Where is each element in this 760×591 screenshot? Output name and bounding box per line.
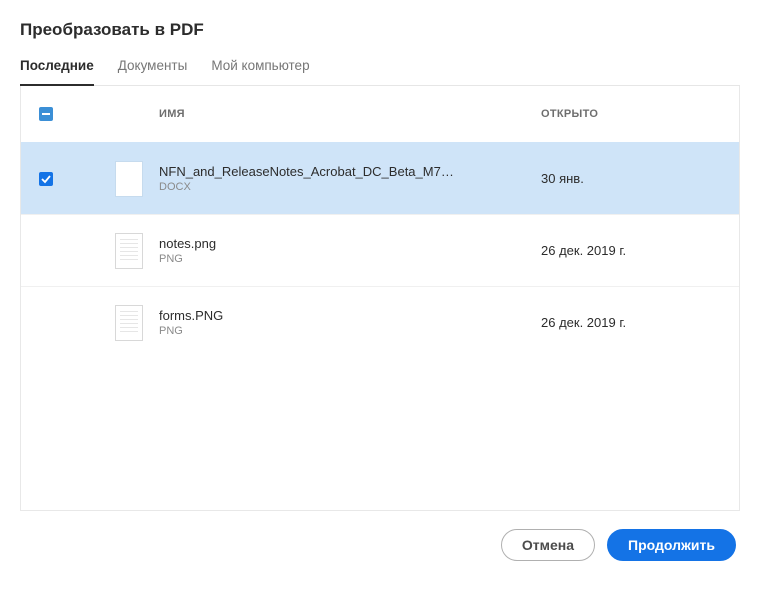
column-header-opened[interactable]: ОТКРЫТО [541, 108, 721, 120]
file-thumbnail-icon [115, 233, 143, 269]
tabs: Последние Документы Мой компьютер [20, 58, 740, 86]
column-header-name[interactable]: ИМЯ [159, 108, 541, 120]
table-row[interactable]: notes.png PNG 26 дек. 2019 г. [21, 214, 739, 286]
table-header: ИМЯ ОТКРЫТО [21, 86, 739, 142]
file-name: NFN_and_ReleaseNotes_Acrobat_DC_Beta_M75… [159, 164, 459, 179]
file-name: notes.png [159, 236, 459, 251]
tab-documents[interactable]: Документы [118, 58, 188, 85]
file-thumbnail-icon [116, 162, 142, 196]
tab-recent[interactable]: Последние [20, 58, 94, 85]
table-row[interactable]: NFN_and_ReleaseNotes_Acrobat_DC_Beta_M75… [21, 142, 739, 214]
file-type-label: DOCX [159, 181, 541, 193]
table-row[interactable]: forms.PNG PNG 26 дек. 2019 г. [21, 286, 739, 358]
file-date: 30 янв. [541, 171, 584, 186]
row-checkbox[interactable] [39, 172, 53, 186]
file-list: ИМЯ ОТКРЫТО NFN_and_ReleaseNotes_Acrobat… [20, 86, 740, 511]
file-name: forms.PNG [159, 308, 459, 323]
file-type-label: PNG [159, 253, 541, 265]
file-date: 26 дек. 2019 г. [541, 243, 626, 258]
cancel-button[interactable]: Отмена [501, 529, 595, 561]
page-title: Преобразовать в PDF [20, 20, 740, 40]
file-date: 26 дек. 2019 г. [541, 315, 626, 330]
continue-button[interactable]: Продолжить [607, 529, 736, 561]
file-thumbnail-icon [115, 305, 143, 341]
dialog-footer: Отмена Продолжить [20, 511, 740, 561]
tab-my-computer[interactable]: Мой компьютер [211, 58, 309, 85]
file-type-label: PNG [159, 325, 541, 337]
select-all-checkbox[interactable] [39, 107, 53, 121]
